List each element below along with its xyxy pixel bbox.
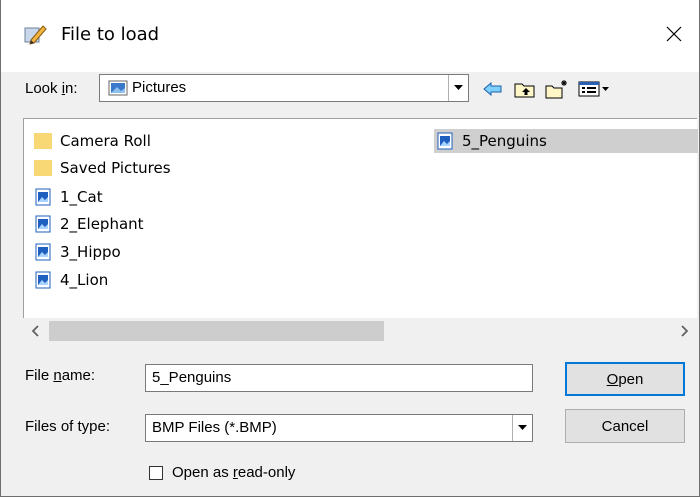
look-in-dropdown[interactable]: Pictures bbox=[99, 74, 469, 102]
back-arrow-icon bbox=[483, 82, 502, 96]
app-pencil-icon bbox=[23, 22, 47, 46]
image-file-icon bbox=[434, 130, 456, 152]
look-in-label: Look in: bbox=[25, 80, 78, 97]
scroll-left-button[interactable] bbox=[23, 318, 49, 344]
close-icon bbox=[666, 26, 682, 42]
back-button[interactable] bbox=[480, 78, 506, 100]
list-item-saved-pictures[interactable]: Saved Pictures bbox=[32, 156, 171, 180]
cancel-button[interactable]: Cancel bbox=[565, 409, 685, 443]
file-type-dropdown[interactable]: BMP Files (*.BMP) bbox=[145, 414, 533, 442]
chevron-right-icon bbox=[681, 325, 688, 337]
view-menu-button[interactable] bbox=[577, 78, 613, 100]
look-in-value: Pictures bbox=[132, 79, 187, 96]
file-type-dropdown-button[interactable] bbox=[512, 415, 532, 441]
file-list[interactable]: Camera Roll Saved Pictures 1_Cat 2_Eleph… bbox=[23, 118, 698, 318]
up-folder-button[interactable] bbox=[512, 78, 538, 100]
close-button[interactable] bbox=[649, 14, 699, 54]
file-open-dialog: File to load Look in: Pictures Camera Ro… bbox=[0, 0, 700, 497]
read-only-option[interactable]: Open as read-only bbox=[149, 464, 295, 481]
chevron-down-icon bbox=[518, 425, 527, 430]
look-in-dropdown-button[interactable] bbox=[448, 75, 468, 101]
image-file-icon bbox=[32, 213, 54, 235]
new-folder-icon bbox=[545, 80, 567, 99]
image-file-icon bbox=[32, 269, 54, 291]
file-name-input[interactable]: 5_Penguins bbox=[145, 364, 533, 392]
read-only-checkbox[interactable] bbox=[149, 465, 163, 480]
folder-icon bbox=[32, 130, 54, 152]
list-item-3-hippo[interactable]: 3_Hippo bbox=[32, 240, 121, 264]
file-type-value: BMP Files (*.BMP) bbox=[152, 419, 277, 436]
up-folder-icon bbox=[514, 83, 535, 98]
horizontal-scrollbar[interactable] bbox=[23, 318, 697, 344]
scrollbar-thumb[interactable] bbox=[49, 321, 384, 341]
view-menu-icon bbox=[578, 81, 609, 97]
list-item-5-penguins[interactable]: 5_Penguins bbox=[434, 129, 698, 153]
title-bar: File to load bbox=[1, 0, 699, 72]
read-only-label: Open as read-only bbox=[172, 464, 296, 481]
chevron-left-icon bbox=[32, 325, 39, 337]
chevron-down-icon bbox=[454, 85, 463, 90]
window-title: File to load bbox=[61, 24, 160, 45]
file-type-label: Files of type: bbox=[25, 418, 111, 435]
new-folder-button[interactable] bbox=[544, 78, 570, 100]
image-file-icon bbox=[32, 186, 54, 208]
list-item-2-elephant[interactable]: 2_Elephant bbox=[32, 212, 144, 236]
list-item-camera-roll[interactable]: Camera Roll bbox=[32, 129, 151, 153]
list-item-4-lion[interactable]: 4_Lion bbox=[32, 268, 108, 292]
file-name-label: File name: bbox=[25, 367, 96, 384]
image-file-icon bbox=[32, 241, 54, 263]
pictures-folder-icon bbox=[108, 80, 128, 100]
open-button[interactable]: Open bbox=[565, 362, 685, 396]
list-item-1-cat[interactable]: 1_Cat bbox=[32, 185, 103, 209]
scroll-right-button[interactable] bbox=[671, 318, 697, 344]
folder-icon bbox=[32, 157, 54, 179]
